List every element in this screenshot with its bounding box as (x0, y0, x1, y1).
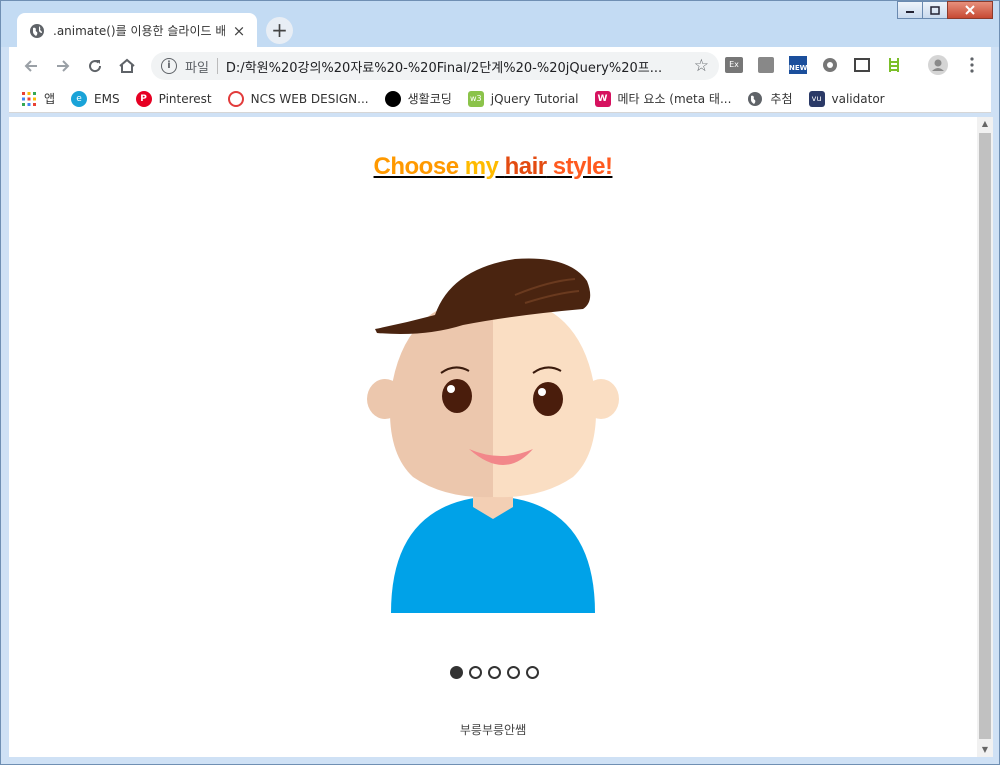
tab-strip: .animate()를 이용한 슬라이드 배 × + (1, 1, 999, 48)
new-tab-button[interactable]: + (266, 17, 293, 44)
bookmark-label: 앱 (44, 92, 56, 106)
apps-grid-icon (22, 91, 36, 106)
profile-avatar-icon[interactable] (927, 54, 949, 76)
headline-word: style! (546, 153, 613, 180)
scroll-up-arrow-icon[interactable]: ▲ (977, 117, 993, 131)
bookmark-label: 추첨 (770, 92, 793, 106)
slide-dot-5[interactable] (526, 666, 539, 679)
bookmark-meta[interactable]: W 메타 요소 (meta 태... (594, 90, 732, 107)
browser-window: .animate()를 이용한 슬라이드 배 × + i 파일 D:/학원%20… (0, 0, 1000, 765)
bookmark-label: 생활코딩 (407, 92, 452, 106)
globe-icon (30, 23, 44, 38)
minimize-icon (906, 11, 914, 13)
slide-dot-2[interactable] (469, 666, 482, 679)
menu-kebab-icon[interactable] (961, 54, 983, 76)
bookmarks-bar: 앱 e EMS P Pinterest NCS WEB DESIGN... 생활… (9, 85, 991, 113)
globe-icon (748, 91, 763, 106)
tab-active[interactable]: .animate()를 이용한 슬라이드 배 × (17, 13, 257, 48)
address-divider (216, 58, 218, 74)
bookmark-label: Pinterest (158, 91, 212, 106)
address-bar[interactable]: i 파일 D:/학원%20강의%20자료%20-%20Final/2단계%20-… (151, 52, 719, 80)
extension-gear-icon[interactable] (819, 54, 841, 76)
right-eye (533, 382, 563, 416)
extension-ex-icon[interactable]: Ex (723, 54, 745, 76)
bookmark-pinterest[interactable]: P Pinterest (135, 90, 212, 107)
slide-pager (450, 666, 539, 679)
slide-dot-4[interactable] (507, 666, 520, 679)
tab-title: .animate()를 이용한 슬라이드 배 (53, 24, 225, 38)
headline-word: Choose (373, 153, 460, 180)
scrollbar-thumb[interactable] (979, 133, 991, 739)
bookmark-jquery-tutorial[interactable]: w3 jQuery Tutorial (467, 90, 579, 107)
bookmark-label: EMS (94, 91, 120, 106)
opentutorials-icon (384, 90, 401, 107)
back-button[interactable] (15, 50, 47, 82)
forward-button[interactable] (47, 50, 79, 82)
headline-word: my (458, 153, 505, 180)
home-button[interactable] (111, 50, 143, 82)
restore-icon (930, 5, 940, 15)
slide-dot-3[interactable] (488, 666, 501, 679)
extension-ladder-icon[interactable] (883, 54, 905, 76)
left-eye (442, 379, 472, 413)
maximize-button[interactable] (922, 1, 948, 19)
bookmark-label: NCS WEB DESIGN... (250, 91, 369, 106)
w-icon: W (594, 90, 611, 107)
page-content: Choose my hair style! 부릉부릉안쌤 (9, 117, 977, 757)
extension-new-icon[interactable]: NEW (787, 54, 809, 76)
close-window-button[interactable] (947, 1, 993, 19)
avatar-illustration (367, 258, 619, 613)
bookmark-label: 메타 요소 (meta 태... (617, 92, 732, 106)
validator-icon: vu (808, 90, 825, 107)
window-controls (897, 1, 993, 21)
pinterest-icon: P (135, 90, 152, 107)
address-scheme: 파일 (185, 60, 209, 76)
bookmark-opentutorials[interactable]: 생활코딩 (384, 90, 452, 107)
bookmark-validator[interactable]: vu validator (808, 90, 885, 107)
headline-word: hair (504, 153, 548, 180)
ems-icon: e (71, 90, 88, 107)
extension-pdf-icon[interactable] (755, 54, 777, 76)
ncs-icon (227, 90, 244, 107)
browser-toolbar: i 파일 D:/학원%20강의%20자료%20-%20Final/2단계%20-… (9, 47, 991, 85)
bookmark-label: jQuery Tutorial (490, 91, 579, 106)
bookmark-apps[interactable]: 앱 (21, 90, 55, 107)
bookmark-star-icon[interactable]: ☆ (694, 56, 709, 76)
vertical-scrollbar[interactable]: ▲ ▼ (977, 117, 993, 757)
extension-capture-icon[interactable] (851, 54, 873, 76)
page-title: Choose my hair style! (9, 153, 977, 181)
w3schools-icon: w3 (467, 90, 484, 107)
info-icon[interactable]: i (161, 58, 177, 74)
slide-dot-1[interactable] (450, 666, 463, 679)
bookmark-ncs[interactable]: NCS WEB DESIGN... (227, 90, 369, 107)
reload-button[interactable] (79, 50, 111, 82)
right-eye-glint (538, 388, 546, 396)
reload-icon (89, 60, 102, 73)
close-tab-icon[interactable]: × (231, 23, 247, 39)
minimize-button[interactable] (897, 1, 923, 19)
home-icon (119, 58, 135, 73)
close-icon (965, 5, 975, 15)
footer-credit: 부릉부릉안쌤 (459, 723, 527, 737)
forward-arrow-icon (57, 60, 70, 72)
left-eye-glint (447, 385, 455, 393)
bookmark-ems[interactable]: e EMS (71, 90, 120, 107)
bookmark-label: validator (831, 91, 885, 106)
address-url[interactable]: D:/학원%20강의%20자료%20-%20Final/2단계%20-%20jQ… (226, 57, 666, 76)
bookmark-draw[interactable]: 추첨 (747, 90, 793, 107)
back-arrow-icon (24, 60, 37, 72)
scroll-down-arrow-icon[interactable]: ▼ (977, 743, 993, 757)
